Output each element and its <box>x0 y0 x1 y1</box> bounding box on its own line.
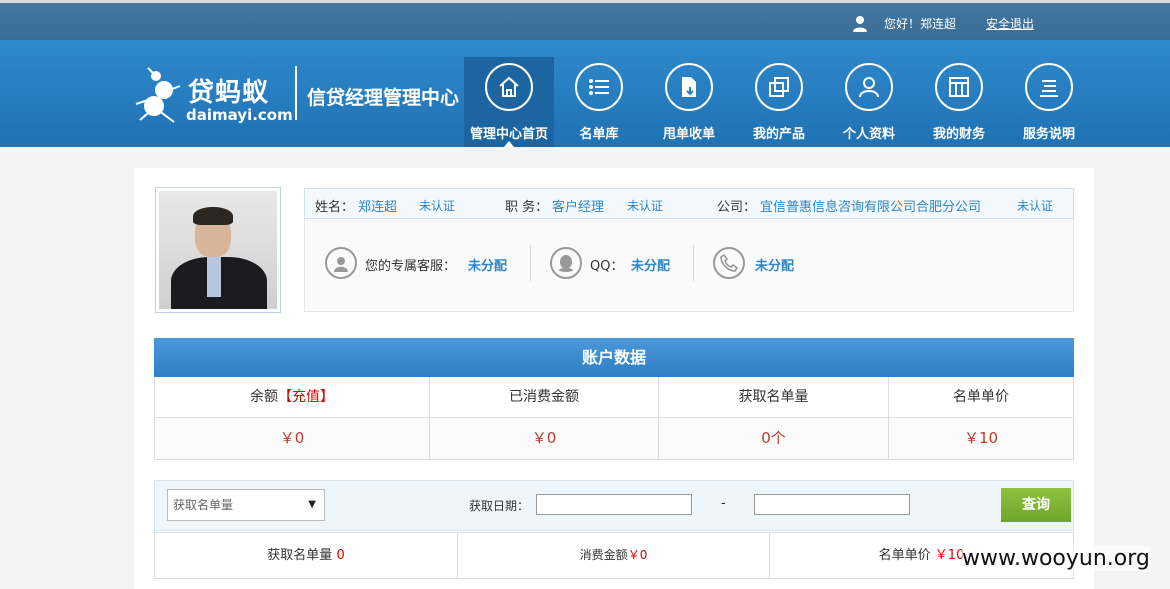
avatar[interactable] <box>155 187 281 313</box>
grid-table-icon <box>949 77 969 97</box>
list-icon <box>589 79 609 95</box>
position-status[interactable]: 未认证 <box>627 197 663 214</box>
start-date-input[interactable] <box>536 494 692 515</box>
account-data-title: 账户数据 <box>154 338 1074 377</box>
nav-label: 管理中心首页 <box>469 127 548 142</box>
date-label: 获取日期： <box>469 499 530 513</box>
company-status[interactable]: 未认证 <box>1017 197 1053 214</box>
nav-label: 服务说明 <box>1022 127 1075 142</box>
qq-icon <box>550 247 582 279</box>
person-icon <box>859 77 879 98</box>
top-bar: 您好！郑连超 安全退出 <box>0 0 1170 40</box>
site-title: 信贷经理管理中心 <box>307 87 460 109</box>
nav-finance[interactable]: 我的财务 <box>914 57 1004 147</box>
logout-link[interactable]: 安全退出 <box>986 15 1034 32</box>
account-data-table: 余额【充值】 已消费金额 获取名单量 名单单价 ￥0 ￥0 0个 ￥10 <box>154 377 1074 460</box>
nav-label: 甩单收单 <box>662 127 715 142</box>
list-count-value: 0个 <box>659 418 889 459</box>
customer-service-icon <box>325 247 357 279</box>
name-status[interactable]: 未认证 <box>419 197 455 214</box>
contact-box: 您的专属客服： 未分配 QQ： 未分配 未分配 <box>304 219 1074 312</box>
phone-value: 未分配 <box>755 259 795 274</box>
service-value: 未分配 <box>468 259 508 274</box>
qq-label: QQ： <box>590 259 624 274</box>
active-indicator <box>504 141 514 147</box>
company-label: 公司： <box>717 200 757 215</box>
service-label: 您的专属客服： <box>365 259 457 274</box>
brand-name-cn: 贷蚂蚁 <box>188 78 270 108</box>
nav-label: 我的财务 <box>932 127 985 142</box>
recharge-link[interactable]: 【充值】 <box>278 389 334 405</box>
document-download-icon <box>682 77 696 97</box>
company-value[interactable]: 宜信普惠信息咨询有限公司合肥分公司 <box>760 196 981 215</box>
brand-name-en: daimayi.com <box>186 106 293 124</box>
header: 贷蚂蚁 daimayi.com 信贷经理管理中心 管理中心首页 名单库 甩单收单… <box>0 40 1170 147</box>
profile-info-row: 姓名： 郑连超 未认证 职 务： 客户经理 未认证 公司： 宜信普惠信息咨询有限… <box>304 188 1074 219</box>
date-range-dash: - <box>721 496 726 511</box>
list-count-header: 获取名单量 <box>659 377 889 418</box>
dropdown-arrow-icon: ▼ <box>308 499 316 510</box>
nav-profile[interactable]: 个人资料 <box>824 57 914 147</box>
divider <box>693 245 694 281</box>
home-icon <box>499 76 519 97</box>
balance-header: 余额【充值】 <box>155 377 430 418</box>
nav-home[interactable]: 管理中心首页 <box>464 57 554 147</box>
query-button[interactable]: 查询 <box>1001 488 1071 522</box>
unit-price-header: 名单单价 <box>889 377 1073 418</box>
lines-icon <box>1040 80 1058 97</box>
type-select[interactable]: 获取名单量 ▼ <box>167 489 325 521</box>
filter-bar: 获取名单量 ▼ 获取日期： - 查询 <box>154 480 1074 531</box>
nav-my-products[interactable]: 我的产品 <box>734 57 824 147</box>
consumed-header: 已消费金额 <box>430 377 659 418</box>
name-label: 姓名： <box>315 200 355 215</box>
phone-icon <box>713 247 745 279</box>
consumed-value: ￥0 <box>430 418 659 459</box>
end-date-input[interactable] <box>754 494 910 515</box>
nav-service-info[interactable]: 服务说明 <box>1004 57 1094 147</box>
summary-row: 获取名单量 0 消费金额￥0 名单单价 ￥10 <box>154 532 1074 579</box>
position-label: 职 务： <box>505 200 549 215</box>
divider <box>530 245 531 281</box>
nav-order-exchange[interactable]: 甩单收单 <box>644 57 734 147</box>
stacked-windows-icon <box>769 77 789 97</box>
unit-price-value: ￥10 <box>889 418 1073 459</box>
nav-label: 我的产品 <box>752 127 805 142</box>
name-value[interactable]: 郑连超 <box>358 196 397 215</box>
user-icon <box>853 16 867 32</box>
summary-spent: 消费金额￥0 <box>458 533 770 578</box>
summary-list-count: 获取名单量 0 <box>155 533 458 578</box>
watermark: www.wooyun.org <box>962 546 1150 571</box>
nav-label: 名单库 <box>579 127 619 142</box>
position-value[interactable]: 客户经理 <box>552 196 604 215</box>
balance-value: ￥0 <box>155 418 430 459</box>
nav-label: 个人资料 <box>842 127 895 142</box>
qq-value: 未分配 <box>631 259 671 274</box>
greeting-text: 您好！郑连超 <box>884 17 957 31</box>
nav-list-library[interactable]: 名单库 <box>554 57 644 147</box>
logo-divider <box>295 66 297 120</box>
